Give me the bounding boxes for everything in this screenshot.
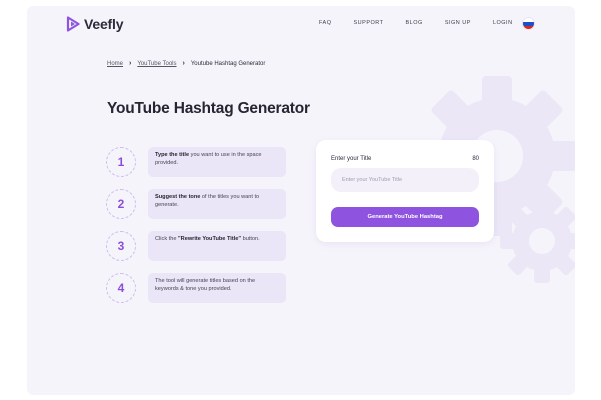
russia-flag-icon[interactable] [522,17,535,30]
brand-name: Veefly [84,16,124,32]
page-background: Veefly FAQ SUPPORT BLOG SIGN UP LOGIN Ho… [27,6,575,395]
nav-login[interactable]: LOGIN [493,20,513,26]
nav-sign-up[interactable]: SIGN UP [445,20,471,26]
title-field-label: Enter your Title [331,156,372,162]
step-number: 2 [106,189,136,219]
gear-icon [500,199,575,283]
breadcrumb: Home › YouTube Tools › Youtube Hashtag G… [107,60,265,67]
play-logo-icon [66,16,80,32]
title-form-card: Enter your Title 80 Generate YouTube Has… [316,140,494,242]
step-text-bold: Suggest the tone [155,194,201,200]
step-text: button. [241,236,260,242]
step-number: 3 [106,231,136,261]
breadcrumb-current: Youtube Hashtag Generator [190,60,266,67]
step-number: 1 [106,147,136,177]
nav-support[interactable]: SUPPORT [354,20,384,26]
step-card: The tool will generate titles based on t… [148,273,286,303]
nav-blog[interactable]: BLOG [406,20,423,26]
char-limit-counter: 80 [472,156,479,162]
step-card: Suggest the tone of the titles you want … [148,189,286,219]
breadcrumb-home[interactable]: Home [107,61,123,67]
step-text-bold: Type the title [155,152,190,158]
chevron-right-icon: › [182,60,185,67]
step-number: 4 [106,273,136,303]
breadcrumb-youtube-tools[interactable]: YouTube Tools [137,61,176,67]
generate-hashtag-button[interactable]: Generate YouTube Hashtag [331,207,479,227]
page-title: YouTube Hashtag Generator [107,100,310,117]
step-text-bold: "Rewrite YouTube Title" [178,236,242,242]
step-text: Click the [155,236,179,242]
top-nav: FAQ SUPPORT BLOG SIGN UP LOGIN [319,20,513,26]
step-text: The tool will generate titles based on t… [155,278,256,292]
chevron-right-icon: › [129,60,132,67]
step-card: Type the title you want to use in the sp… [148,147,286,177]
step-card: Click the "Rewrite YouTube Title" button… [148,231,286,261]
nav-faq[interactable]: FAQ [319,20,332,26]
title-input[interactable] [331,168,479,192]
brand-logo[interactable]: Veefly [66,16,123,32]
